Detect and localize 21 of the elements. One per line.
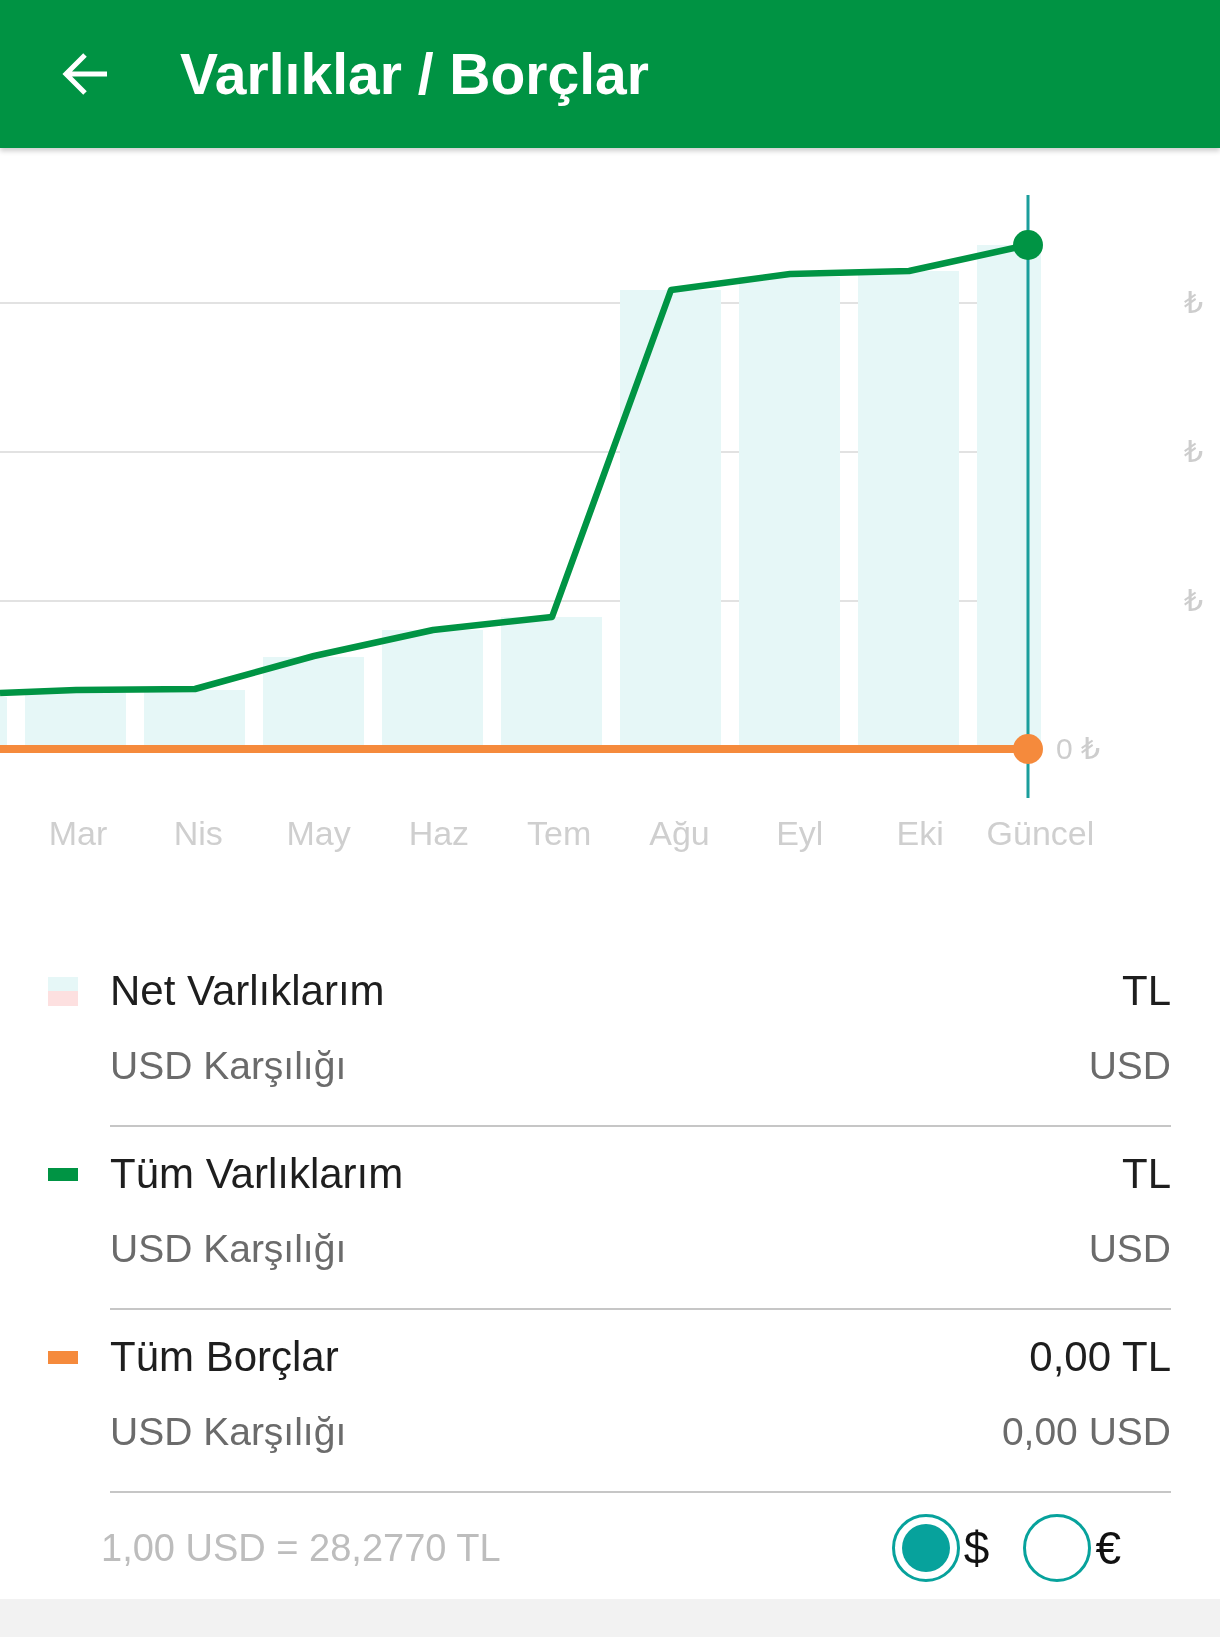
- currency-radio[interactable]: $: [891, 1514, 990, 1582]
- exchange-rate-text: 1,00 USD = 28,2770 TL: [101, 1526, 501, 1571]
- point-marker-icon: [1013, 734, 1043, 764]
- legend-label: Net Varlıklarım: [110, 966, 385, 1016]
- amount-value: TL: [1122, 966, 1171, 1016]
- usd-amount-value: USD: [1088, 1226, 1171, 1272]
- axis-label: ₺: [1184, 435, 1204, 468]
- usd-equivalent-label: USD Karşılığı: [110, 1409, 347, 1455]
- axis-label: ₺: [1184, 584, 1204, 617]
- axis-label: ₺: [1184, 286, 1204, 319]
- usd-amount-value: 0,00 USD: [1001, 1409, 1171, 1455]
- usd-amount-value: USD: [1088, 1043, 1171, 1089]
- legend-label: Tüm Borçlar: [110, 1332, 339, 1382]
- usd-equivalent-label: USD Karşılığı: [110, 1043, 347, 1089]
- point-marker-icon: [1013, 230, 1043, 260]
- currency-radio[interactable]: €: [1023, 1514, 1121, 1582]
- legend-label: Tüm Varlıklarım: [110, 1149, 404, 1199]
- amount-value: TL: [1122, 1149, 1171, 1199]
- usd-equivalent-label: USD Karşılığı: [110, 1226, 347, 1272]
- screen-title: Varlıklar / Borçlar: [180, 41, 649, 107]
- amount-value: 0,00 TL: [1029, 1332, 1171, 1382]
